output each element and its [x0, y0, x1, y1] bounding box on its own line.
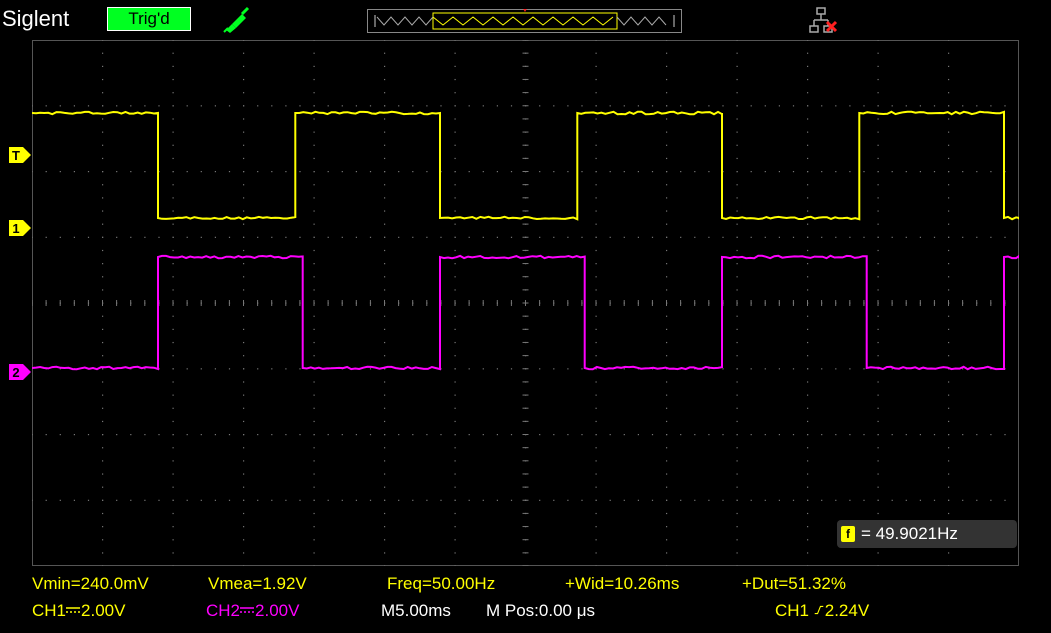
measure-duty: +Dut=51.32% — [742, 574, 846, 594]
frequency-value: = 49.9021Hz — [861, 524, 958, 544]
trigger-source: CH1 — [775, 601, 809, 620]
rising-edge-icon — [814, 605, 824, 615]
memory-position-bar[interactable] — [367, 9, 682, 33]
svg-text:T: T — [12, 148, 20, 163]
trigger-status[interactable]: CH1 2.24V — [775, 601, 869, 621]
svg-text:1: 1 — [12, 221, 19, 236]
top-bar: Siglent Trig'd — [0, 0, 1051, 40]
ch2-label: CH2 — [206, 601, 240, 620]
measure-vmin: Vmin=240.0mV — [32, 574, 149, 594]
measure-width: +Wid=10.26ms — [565, 574, 679, 594]
channel-2-marker[interactable]: 2 — [8, 363, 32, 386]
channel-1-marker[interactable]: 1 — [8, 219, 32, 242]
brand-label: Siglent — [2, 6, 69, 32]
frequency-counter: f = 49.9021Hz — [837, 520, 1017, 548]
measure-freq: Freq=50.00Hz — [387, 574, 495, 594]
network-disconnected-icon — [807, 6, 841, 36]
probe-icon — [222, 6, 252, 34]
mpos-status[interactable]: M Pos:0.00 μs — [486, 601, 595, 621]
ch2-scale-value: 2.00V — [255, 601, 299, 620]
ch1-scale-status[interactable]: CH1 2.00V — [32, 601, 125, 621]
timebase-status[interactable]: M5.00ms — [381, 601, 451, 621]
trigger-status-badge: Trig'd — [107, 7, 191, 31]
frequency-badge: f — [841, 526, 855, 542]
trigger-level-marker[interactable]: T — [8, 146, 32, 169]
measure-vmean: Vmea=1.92V — [208, 574, 307, 594]
dc-coupling-icon — [66, 605, 80, 615]
ch2-scale-status[interactable]: CH2 2.00V — [206, 601, 299, 621]
ch1-label: CH1 — [32, 601, 66, 620]
ch1-scale-value: 2.00V — [81, 601, 125, 620]
waveform-display[interactable] — [32, 40, 1019, 566]
trigger-level-value: 2.24V — [825, 601, 869, 620]
dc-coupling-icon — [240, 605, 254, 615]
svg-text:2: 2 — [12, 365, 19, 380]
